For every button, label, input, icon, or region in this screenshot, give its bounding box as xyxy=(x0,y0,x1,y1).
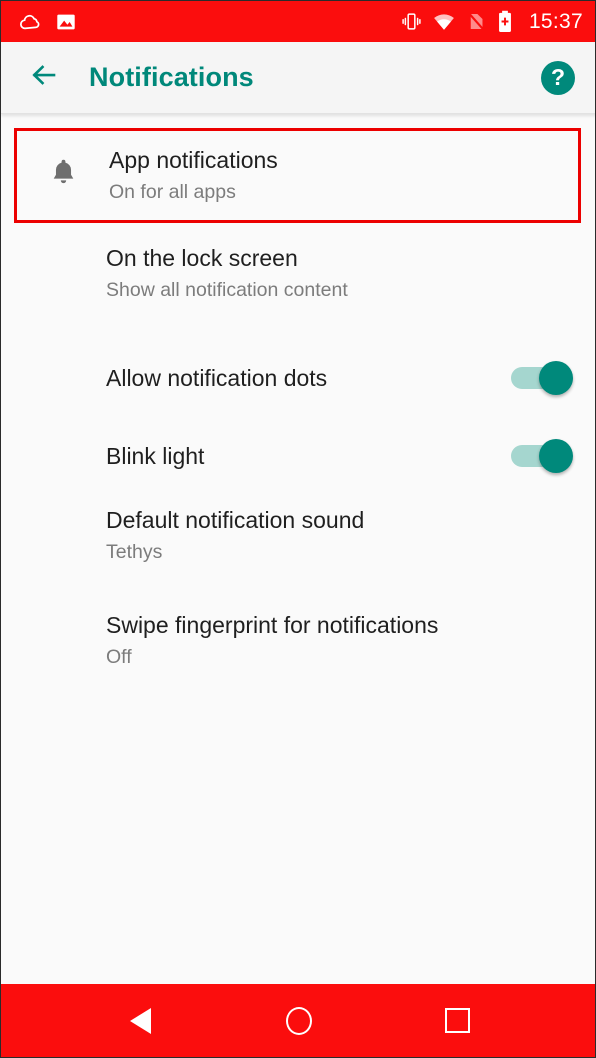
screenshot-image-icon xyxy=(55,11,77,33)
app-toolbar: Notifications ? xyxy=(1,42,595,114)
setting-row-default-notification-sound[interactable]: Default notification sound Tethys xyxy=(1,496,595,574)
setting-text-default-notification-sound: Default notification sound Tethys xyxy=(106,501,573,570)
setting-subtitle: Off xyxy=(106,645,132,668)
battery-charging-icon xyxy=(497,10,513,33)
no-sim-card-icon xyxy=(466,11,486,32)
help-button[interactable]: ? xyxy=(541,60,575,95)
setting-subtitle: Show all notification content xyxy=(106,278,348,301)
nav-back-triangle-icon xyxy=(129,1007,151,1034)
status-bar-clock: 15:37 xyxy=(528,9,583,33)
setting-title: Allow notification dots xyxy=(106,364,328,391)
back-arrow-icon xyxy=(29,60,59,95)
setting-title: Swipe fingerprint for notifications xyxy=(106,611,439,638)
settings-list: App notifications On for all apps On the… xyxy=(1,114,595,986)
toggle-blink-light[interactable] xyxy=(511,439,573,473)
phone-screen: 15:37 Notifications ? App notifications … xyxy=(0,0,596,1058)
nav-recents-square-icon xyxy=(445,1008,471,1033)
bell-icon xyxy=(50,158,77,193)
weather-cloud-icon xyxy=(19,11,41,33)
help-question-icon: ? xyxy=(550,64,566,90)
status-bar: 15:37 xyxy=(1,1,595,42)
setting-icon-placeholder xyxy=(1,496,106,574)
status-bar-left-icons xyxy=(19,11,77,33)
wifi-icon xyxy=(433,11,455,33)
back-button[interactable] xyxy=(25,59,63,97)
setting-row-app-notifications[interactable]: App notifications On for all apps xyxy=(14,128,581,223)
setting-icon-placeholder xyxy=(1,601,106,679)
setting-title: Default notification sound xyxy=(106,506,365,533)
setting-text-swipe-fingerprint: Swipe fingerprint for notifications Off xyxy=(106,606,573,675)
toggle-thumb xyxy=(539,439,573,473)
setting-icon-placeholder xyxy=(1,234,106,312)
status-bar-right-icons: 15:37 xyxy=(401,10,583,34)
setting-row-swipe-fingerprint-for-notifications[interactable]: Swipe fingerprint for notifications Off xyxy=(1,601,595,679)
setting-subtitle: Tethys xyxy=(106,540,163,563)
page-title: Notifications xyxy=(89,62,254,92)
setting-icon-placeholder xyxy=(1,417,106,495)
toggle-allow-notification-dots[interactable] xyxy=(511,361,573,395)
setting-row-blink-light[interactable]: Blink light xyxy=(1,417,595,495)
bell-icon-container xyxy=(17,131,109,220)
setting-subtitle: On for all apps xyxy=(109,181,236,203)
setting-title: On the lock screen xyxy=(106,244,298,271)
setting-text-allow-notification-dots: Allow notification dots xyxy=(106,359,511,398)
setting-title: App notifications xyxy=(109,147,278,173)
toggle-thumb xyxy=(539,361,573,395)
setting-text-blink-light: Blink light xyxy=(106,437,511,476)
nav-home-button[interactable] xyxy=(271,993,327,1049)
nav-recents-button[interactable] xyxy=(430,993,486,1049)
nav-back-button[interactable] xyxy=(112,993,168,1049)
setting-title: Blink light xyxy=(106,442,205,469)
setting-row-on-the-lock-screen[interactable]: On the lock screen Show all notification… xyxy=(1,234,595,312)
system-navigation-bar xyxy=(1,984,595,1057)
setting-icon-placeholder xyxy=(1,339,106,417)
setting-row-allow-notification-dots[interactable]: Allow notification dots xyxy=(1,339,595,417)
vibrate-mode-icon xyxy=(401,11,422,32)
nav-home-circle-icon xyxy=(285,1006,312,1035)
setting-text-app-notifications: App notifications On for all apps xyxy=(109,141,578,210)
setting-text-on-the-lock-screen: On the lock screen Show all notification… xyxy=(106,239,573,308)
